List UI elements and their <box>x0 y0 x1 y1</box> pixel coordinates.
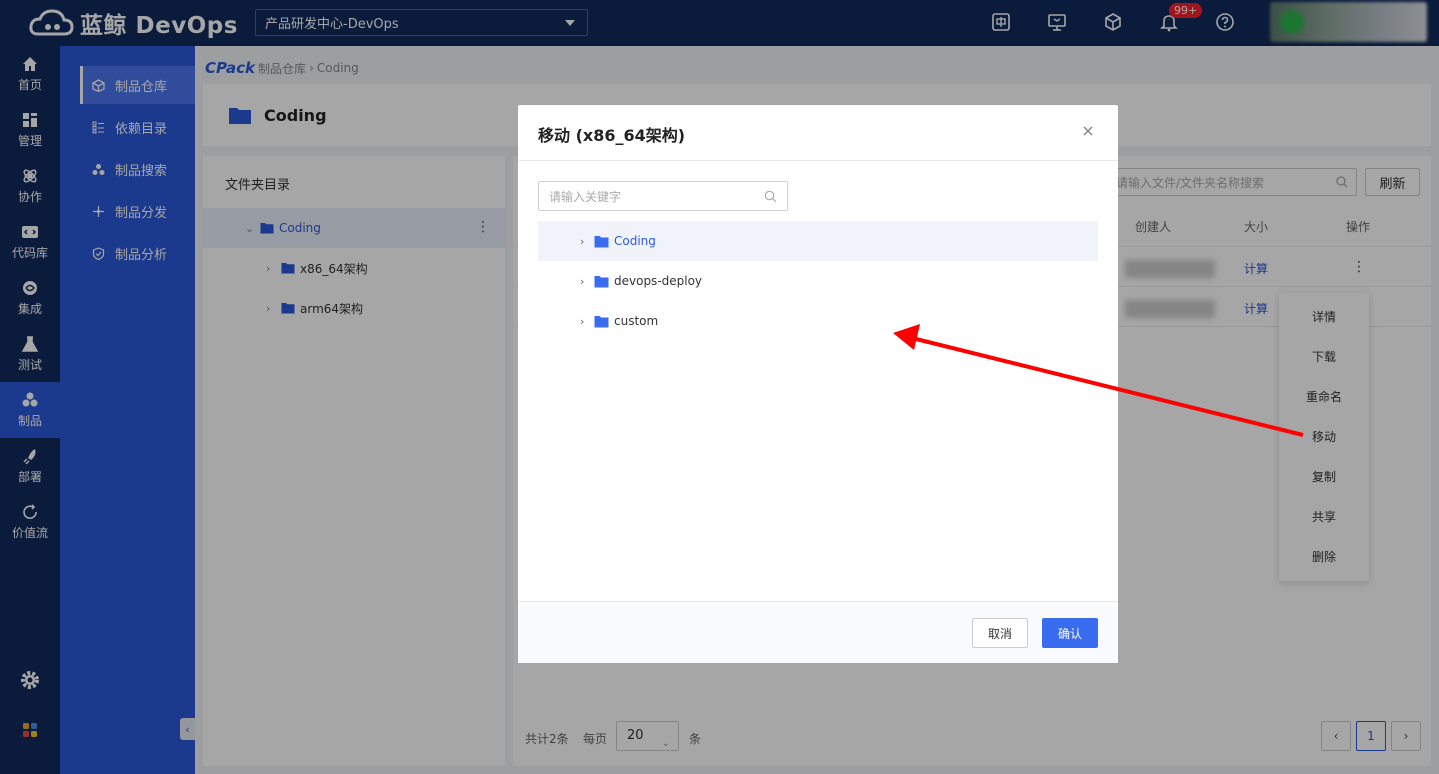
dialog-folder-label: custom <box>614 314 659 328</box>
chevron-right-icon[interactable]: › <box>580 315 588 328</box>
cancel-button[interactable]: 取消 <box>972 618 1028 648</box>
chevron-right-icon[interactable]: › <box>580 235 588 248</box>
close-icon[interactable] <box>1080 123 1096 139</box>
dialog-folder-label: Coding <box>614 234 656 248</box>
dialog-folder-custom[interactable]: › custom <box>538 301 1098 341</box>
dialog-folder-coding[interactable]: › Coding <box>538 221 1098 261</box>
dialog-header: 移动 (x86_64架构) <box>518 105 1118 161</box>
dialog-folder-label: devops-deploy <box>614 274 703 288</box>
folder-search-placeholder: 请输入关键字 <box>549 189 622 204</box>
dialog-title: 移动 (x86_64架构) <box>538 126 686 145</box>
dialog-folder-devops-deploy[interactable]: › devops-deploy <box>538 261 1098 301</box>
folder-icon <box>594 315 609 327</box>
confirm-button[interactable]: 确认 <box>1042 618 1098 648</box>
dialog-footer: 取消 确认 <box>518 601 1118 663</box>
folder-search-input[interactable]: 请输入关键字 <box>538 181 788 211</box>
folder-icon <box>594 275 609 287</box>
chevron-right-icon[interactable]: › <box>580 275 588 288</box>
folder-icon <box>594 235 609 247</box>
move-dialog: 移动 (x86_64架构) 请输入关键字 › Coding › devops-d… <box>518 105 1118 663</box>
search-icon <box>764 190 777 203</box>
